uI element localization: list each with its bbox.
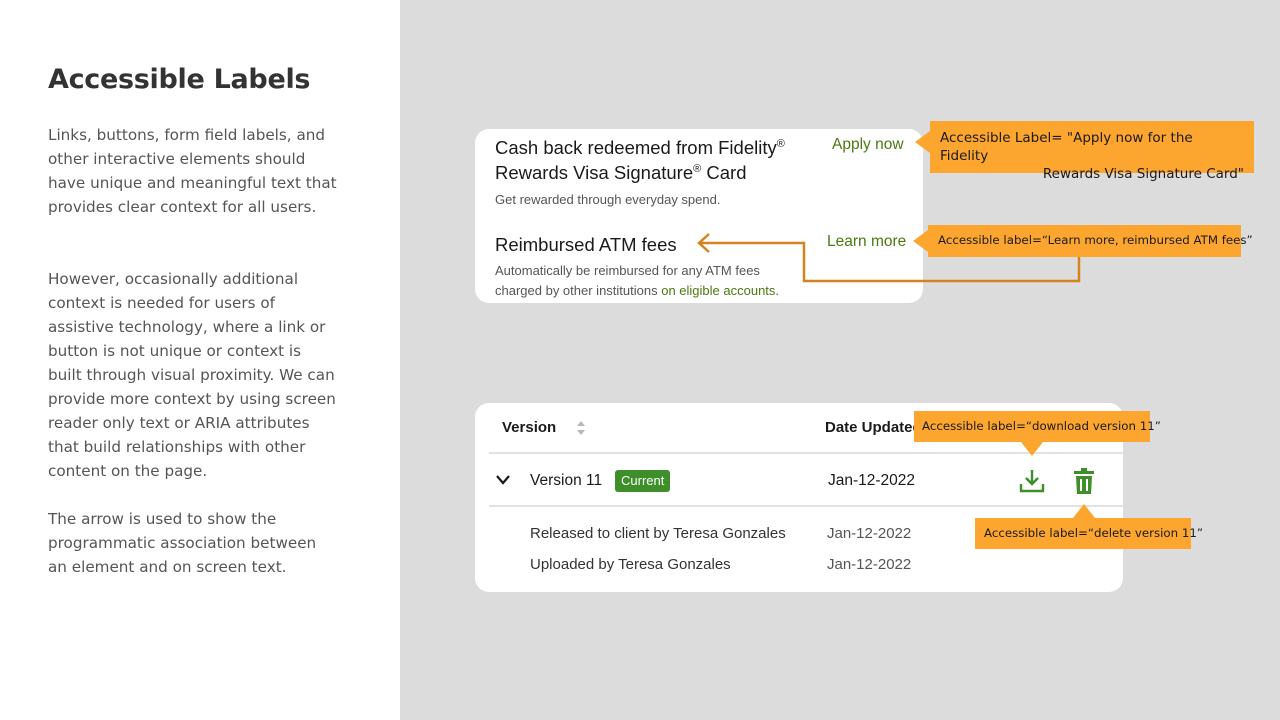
detail-text: Uploaded by Teresa Gonzales xyxy=(530,556,731,573)
offer-description-text: charged by other institutions xyxy=(495,283,662,298)
download-icon[interactable] xyxy=(1018,468,1046,494)
detail-date: Jan-12-2022 xyxy=(827,525,912,542)
learn-more-link[interactable]: Learn more xyxy=(827,233,906,251)
registered-mark: ® xyxy=(776,137,785,150)
context-paragraph: However, occasionally additional context… xyxy=(48,270,336,480)
intro-paragraph: Links, buttons, form field labels, and o… xyxy=(48,126,337,216)
column-header-date-updated: Date Updated xyxy=(825,419,922,436)
offer-title-fidelity: Cash back redeemed from Fidelity® Reward… xyxy=(495,135,785,185)
offer-title-atm: Reimbursed ATM fees xyxy=(495,234,677,255)
offer-description-atm: Automatically be reimbursed for any ATM … xyxy=(495,261,779,301)
eligible-accounts-link[interactable]: on eligible accounts xyxy=(661,283,775,298)
page-title: Accessible Labels xyxy=(48,64,311,95)
offer-title-text: Cash back redeemed from Fidelity xyxy=(495,137,777,158)
version-name: Version 11 xyxy=(530,472,603,489)
offer-description-text: Automatically be reimbursed for any ATM … xyxy=(495,263,760,278)
offer-title-text: Rewards Visa Signature xyxy=(495,162,694,183)
apply-now-accessible-label-callout: Accessible Label= "Apply now for the Fid… xyxy=(915,121,1254,182)
column-header-version: Version xyxy=(502,419,557,436)
offer-description-text: . xyxy=(775,283,780,298)
delete-accessible-label-callout: Accessible label=“delete version 11” xyxy=(975,504,1203,549)
trash-icon[interactable] xyxy=(1072,467,1096,495)
example-panel xyxy=(400,0,1280,720)
detail-date: Jan-12-2022 xyxy=(827,556,912,573)
offer-title-text: Card xyxy=(701,162,747,183)
version-date: Jan-12-2022 xyxy=(828,472,916,489)
sort-icon[interactable] xyxy=(575,420,587,436)
offers-card: Cash back redeemed from Fidelity® Reward… xyxy=(475,129,923,303)
detail-text: Released to client by Teresa Gonzales xyxy=(530,525,786,542)
learn-more-accessible-label-callout: Accessible label=“Learn more, reimbursed… xyxy=(913,225,1253,257)
arrow-paragraph: The arrow is used to show the programmat… xyxy=(48,510,317,576)
apply-now-link[interactable]: Apply now xyxy=(832,136,904,154)
callout-text: Rewards Visa Signature Card" xyxy=(1042,166,1244,182)
status-badge: Current xyxy=(615,470,671,492)
row-divider xyxy=(489,505,1123,507)
left-panel: Accessible Labels Links, buttons, form f… xyxy=(0,0,400,720)
chevron-down-icon[interactable] xyxy=(495,474,511,486)
offer-description-fidelity: Get rewarded through everyday spend. xyxy=(495,192,721,207)
callout-text: Accessible Label= "Apply now for the Fid… xyxy=(940,130,1193,164)
download-accessible-label-callout: Accessible label=“download version 11” xyxy=(914,411,1161,456)
